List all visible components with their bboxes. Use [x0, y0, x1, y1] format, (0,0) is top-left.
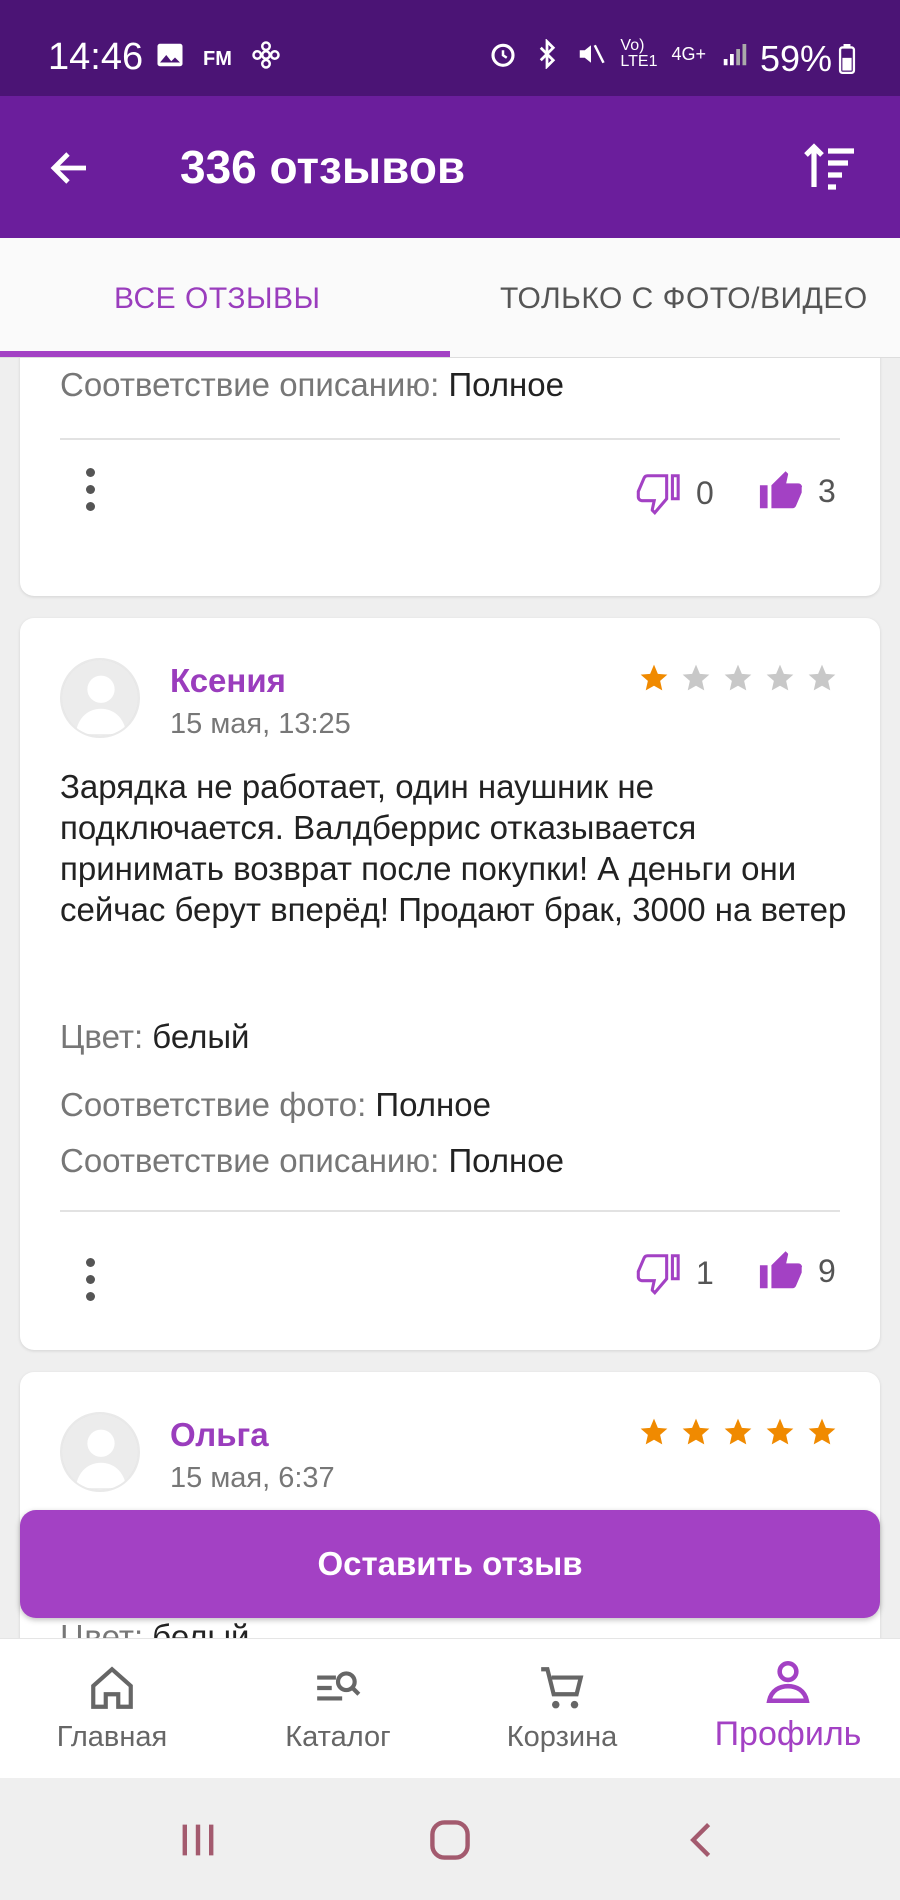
thumbs-down-icon: [636, 1254, 680, 1296]
review-card: Ксения 15 мая, 13:25 Зарядка не работает…: [20, 618, 880, 1350]
card-divider: [60, 438, 840, 440]
bluetooth-icon: [540, 39, 556, 69]
review-text: Зарядка не работает, один наушник не под…: [60, 768, 847, 928]
review-tabs: ВСЕ ОТЗЫВЫ ТОЛЬКО С ФОТО/ВИДЕО: [0, 238, 900, 358]
profile-icon: [766, 1660, 810, 1704]
back-button-icon[interactable]: [680, 1818, 724, 1862]
review-author: Ксения: [170, 662, 286, 699]
star-filled-icon: [808, 1418, 836, 1445]
svg-text:FM: FM: [203, 48, 232, 70]
star-filled-icon: [724, 1418, 752, 1445]
star-empty-icon: [682, 664, 710, 691]
star-filled-icon: [640, 664, 668, 691]
review-author: Ольга: [170, 1416, 269, 1453]
tab-photo-video[interactable]: ТОЛЬКО С ФОТО/ВИДЕО: [500, 282, 868, 316]
review-attribute-partial: Цвет: белый: [60, 1618, 250, 1638]
tab-all-reviews[interactable]: ВСЕ ОТЗЫВЫ: [114, 282, 321, 316]
nav-item-home[interactable]: Главная: [12, 1663, 212, 1754]
status-time: 14:46: [48, 36, 144, 78]
nav-label: Профиль: [714, 1715, 862, 1753]
status-bar: 14:46 FM Vo) LTE1 4G+ 59%: [0, 0, 900, 96]
review-card: Соответствие описанию: Полное 0 3: [20, 358, 880, 596]
review-attribute: Соответствие описанию: Полное: [60, 366, 564, 403]
review-attribute: Соответствие описанию: Полное: [60, 1142, 564, 1179]
star-empty-icon: [766, 664, 794, 691]
like-button[interactable]: 9: [758, 1246, 836, 1296]
dislike-count: 1: [696, 1254, 714, 1291]
thumbs-up-icon: [759, 471, 803, 509]
network-type: 4G+: [671, 43, 706, 64]
nav-label: Каталог: [285, 1721, 391, 1753]
active-tab-indicator: [0, 351, 450, 357]
arrow-left-icon[interactable]: [46, 144, 94, 192]
more-options-icon[interactable]: [84, 1258, 96, 1306]
gallery-icon: [157, 43, 183, 67]
star-filled-icon: [766, 1418, 794, 1445]
dislike-count: 0: [696, 474, 714, 511]
rating-stars: [638, 1416, 838, 1448]
rating-stars: [638, 662, 838, 694]
avatar: [60, 1412, 140, 1492]
star-empty-icon: [724, 664, 752, 691]
user-silhouette-icon: [62, 660, 138, 736]
nav-item-catalog[interactable]: Каталог: [238, 1663, 438, 1754]
like-count: 3: [818, 472, 836, 509]
dislike-button[interactable]: 1: [636, 1248, 714, 1298]
battery-icon: [838, 44, 856, 74]
app-bar: 336 отзывов: [0, 96, 900, 238]
nav-label: Главная: [56, 1721, 168, 1753]
review-attribute: Цвет: белый: [60, 1018, 250, 1055]
review-date: 15 мая, 6:37: [170, 1462, 335, 1494]
sort-icon[interactable]: [802, 142, 858, 192]
avatar: [60, 658, 140, 738]
star-empty-icon: [808, 664, 836, 691]
nav-item-profile[interactable]: Профиль: [688, 1657, 888, 1754]
fm-icon: FM: [203, 48, 232, 70]
card-divider: [60, 1210, 840, 1212]
signal-icon: [723, 44, 747, 66]
nav-label: Корзина: [506, 1721, 618, 1753]
reviews-list[interactable]: Соответствие описанию: Полное 0 3 Ксения…: [0, 358, 900, 1638]
volte-icon: Vo) LTE1: [620, 37, 658, 70]
alarm-icon: [491, 43, 515, 67]
star-filled-icon: [640, 1418, 668, 1445]
mute-icon: [580, 44, 606, 64]
like-count: 9: [818, 1252, 836, 1289]
more-options-icon[interactable]: [84, 468, 96, 516]
like-button[interactable]: 3: [758, 466, 836, 516]
fan-icon: [252, 41, 280, 69]
review-attribute: Соответствие фото: Полное: [60, 1086, 491, 1123]
nav-item-cart[interactable]: Корзина: [462, 1663, 662, 1754]
system-navigation-bar: [0, 1778, 900, 1900]
thumbs-up-icon: [759, 1251, 803, 1289]
battery-percent: 59%: [759, 38, 832, 79]
review-date: 15 мая, 13:25: [170, 708, 351, 740]
thumbs-down-icon: [636, 474, 680, 516]
home-icon: [91, 1666, 133, 1709]
cart-icon: [541, 1667, 584, 1709]
catalog-search-icon: [317, 1671, 361, 1701]
dislike-button[interactable]: 0: [636, 468, 714, 518]
home-button-icon[interactable]: [428, 1818, 472, 1862]
star-filled-icon: [682, 1418, 710, 1445]
bottom-navigation: Главная Каталог Корзина Профиль: [0, 1638, 900, 1778]
leave-review-button[interactable]: Оставить отзыв: [20, 1510, 880, 1618]
recent-apps-icon[interactable]: [176, 1818, 220, 1862]
page-title: 336 отзывов: [180, 141, 466, 193]
user-silhouette-icon: [62, 1414, 138, 1490]
